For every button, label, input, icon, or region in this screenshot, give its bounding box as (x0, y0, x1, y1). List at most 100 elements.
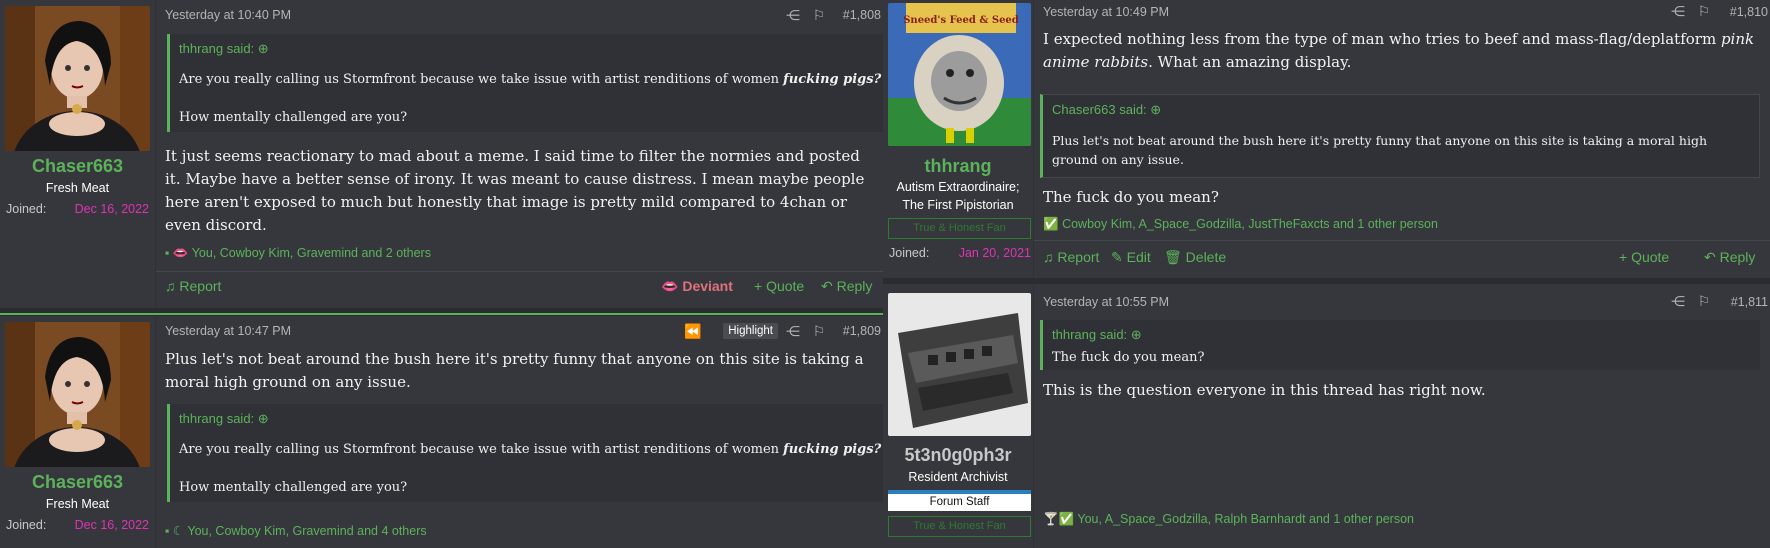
post-number[interactable]: #1,808 (843, 8, 881, 22)
joined-date: Dec 16, 2022 (74, 202, 149, 216)
reaction-icons: ▪ 👄 (165, 246, 189, 260)
report-button[interactable]: ♫ Report (165, 278, 221, 294)
reply-icon: ↶ (821, 278, 833, 294)
share-icon[interactable]: ⋲ (783, 5, 803, 25)
reactions-list[interactable]: ▪ 👄 You, Cowboy Kim, Gravemind and 2 oth… (165, 246, 431, 261)
quote-text: Plus let's not beat around the bush here… (1052, 133, 1707, 167)
quote-text-line1: Are you really calling us Stormfront bec… (179, 72, 882, 87)
quote-block: thhrang said: ⊕ Are you really calling u… (167, 34, 883, 132)
quote-author[interactable]: thhrang said: ⊕ (179, 41, 269, 57)
user-title: Fresh Meat (45, 497, 110, 511)
joined-date: Jan 20, 2021 (958, 246, 1031, 260)
quote-text-line2: How mentally challenged are you? (179, 480, 408, 495)
post-body: It just seems reactionary to mad about a… (165, 147, 865, 234)
post-number[interactable]: #1,811 (1731, 295, 1768, 309)
post-timestamp[interactable]: Yesterday at 10:49 PM (1043, 5, 1169, 19)
bell-icon: ♫ (165, 278, 176, 294)
user-cell: Chaser663 Fresh Meat Joined: Dec 16, 202… (0, 0, 155, 308)
staff-badge: Forum Staff (888, 490, 1031, 511)
avatar[interactable] (5, 6, 150, 151)
user-cell: Chaser663 Fresh Meat Joined: Dec 16, 202… (0, 316, 155, 548)
highlight-line (0, 313, 883, 315)
quote-author[interactable]: thhrang said: ⊕ (1052, 327, 1142, 343)
post-body: This is the question everyone in this th… (1043, 381, 1486, 399)
left-column: Chaser663 Fresh Meat Joined: Dec 16, 202… (0, 0, 883, 548)
quote-jump-icon[interactable]: ⊕ (258, 41, 269, 56)
username[interactable]: thhrang (883, 156, 1033, 177)
quote-author[interactable]: thhrang said: ⊕ (179, 411, 269, 427)
post-1811: 5t3n0g0ph3r Resident Archivist Forum Sta… (883, 284, 1770, 548)
share-icon[interactable]: ⋲ (1668, 291, 1688, 311)
reaction-icons: ▪ ☾ (165, 524, 185, 538)
quote-button[interactable]: + Quote (1619, 249, 1669, 265)
highlight-badge[interactable]: Highlight (723, 323, 778, 339)
user-cell: 5t3n0g0ph3r Resident Archivist Forum Sta… (883, 284, 1033, 548)
share-icon[interactable]: ⋲ (783, 321, 803, 341)
user-title: Fresh Meat (45, 181, 110, 195)
report-button[interactable]: ♫ Report (1043, 249, 1099, 265)
username[interactable]: 5t3n0g0ph3r (883, 445, 1033, 466)
reply-icon: ↶ (1704, 249, 1716, 265)
joined-label: Joined: (889, 246, 930, 260)
reply-button[interactable]: ↶ Reply (1704, 249, 1755, 266)
delete-button[interactable]: 🗑 Delete (1164, 249, 1226, 266)
bookmark-icon[interactable]: ⚐ (1694, 1, 1714, 21)
post-1809: Chaser663 Fresh Meat Joined: Dec 16, 202… (0, 316, 883, 548)
bell-icon: ♫ (1043, 249, 1054, 265)
quote-block: thhrang said: ⊕ The fuck do you mean? (1040, 320, 1760, 370)
quote-jump-icon[interactable]: ⊕ (1150, 102, 1161, 117)
quote-text-line2: How mentally challenged are you? (179, 110, 408, 125)
post-body: I expected nothing less from the type of… (1043, 30, 1755, 71)
post-timestamp[interactable]: Yesterday at 10:40 PM (165, 8, 291, 22)
divider (1034, 240, 1770, 241)
post-main: Yesterday at 10:47 PM ⏪ Highlight ⋲ ⚐ #1… (156, 316, 883, 548)
reaction-icons: 🍸✅ (1043, 512, 1075, 526)
bookmark-icon[interactable]: ⚐ (809, 321, 829, 341)
avatar[interactable] (5, 322, 150, 467)
reply-button[interactable]: ↶ Reply (821, 278, 872, 295)
post-number[interactable]: #1,810 (1730, 5, 1768, 19)
post-main: Yesterday at 10:55 PM ⋲ ⚐ #1,811 thhrang… (1034, 284, 1770, 548)
bookmark-icon[interactable]: ⚐ (1694, 291, 1714, 311)
post-1808: Chaser663 Fresh Meat Joined: Dec 16, 202… (0, 0, 883, 308)
bookmark-icon[interactable]: ⚐ (809, 5, 829, 25)
post-main: Yesterday at 10:49 PM ⋲ ⚐ #1,810 I expec… (1034, 0, 1770, 278)
reactions-list[interactable]: ▪ ☾ You, Cowboy Kim, Gravemind and 4 oth… (165, 523, 427, 538)
user-title-line2: The First Pipistorian (902, 198, 1014, 212)
sign-text: Sneed's Feed & Seed (903, 15, 1019, 26)
quote-author[interactable]: Chaser663 said: ⊕ (1052, 102, 1161, 118)
rewind-icon[interactable]: ⏪ (683, 321, 703, 341)
post-number[interactable]: #1,809 (843, 324, 881, 338)
quote-text-line1: Are you really calling us Stormfront bec… (179, 442, 882, 457)
check-icon: ✅ (1043, 217, 1059, 231)
share-icon[interactable]: ⋲ (1668, 1, 1688, 21)
reactions-list[interactable]: 🍸✅ You, A_Space_Godzilla, Ralph Barnhard… (1043, 512, 1414, 527)
quote-block: thhrang said: ⊕ Are you really calling u… (167, 404, 883, 502)
divider (156, 271, 883, 272)
user-banner: True & Honest Fan (888, 218, 1031, 239)
username[interactable]: Chaser663 (0, 156, 155, 177)
quote-jump-icon[interactable]: ⊕ (258, 411, 269, 426)
post-timestamp[interactable]: Yesterday at 10:47 PM (165, 324, 291, 338)
joined-label: Joined: (6, 202, 47, 216)
post-1810: Sneed's Feed & Seed thhrang Autism Extra… (883, 0, 1770, 278)
avatar[interactable] (888, 293, 1031, 436)
right-column: Sneed's Feed & Seed thhrang Autism Extra… (883, 0, 1770, 548)
post-timestamp[interactable]: Yesterday at 10:55 PM (1043, 295, 1169, 309)
edit-button[interactable]: ✎ Edit (1111, 249, 1151, 266)
user-banner: True & Honest Fan (888, 516, 1031, 537)
user-cell: Sneed's Feed & Seed thhrang Autism Extra… (883, 0, 1033, 278)
trash-icon: 🗑 (1164, 249, 1182, 265)
deviant-button[interactable]: 👄 Deviant (661, 278, 733, 295)
user-title-line1: Autism Extraordinaire; (896, 180, 1020, 194)
joined-date: Dec 16, 2022 (74, 518, 149, 532)
quote-text: The fuck do you mean? (1052, 350, 1205, 365)
user-title: Resident Archivist (908, 470, 1008, 484)
quote-button[interactable]: + Quote (754, 278, 804, 294)
reactions-list[interactable]: ✅ Cowboy Kim, A_Space_Godzilla, JustTheF… (1043, 217, 1438, 232)
quote-jump-icon[interactable]: ⊕ (1131, 327, 1142, 342)
avatar[interactable]: Sneed's Feed & Seed (888, 3, 1031, 146)
username[interactable]: Chaser663 (0, 472, 155, 493)
post-main: Yesterday at 10:40 PM ⋲ ⚐ #1,808 thhrang… (156, 0, 883, 308)
post-body: Plus let's not beat around the bush here… (165, 350, 864, 391)
